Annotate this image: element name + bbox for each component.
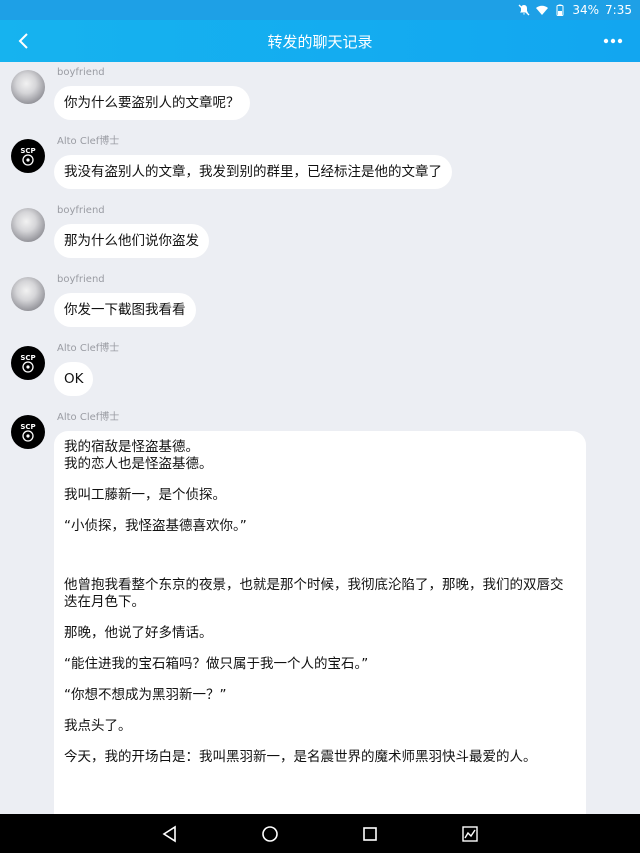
message-bubble[interactable]: OK (54, 362, 94, 396)
message-paragraph: 我叫工藤新一，是个侦探。 (64, 487, 226, 503)
sender-name: Alto Clef博士 (57, 412, 120, 423)
svg-text:SCP: SCP (20, 354, 35, 362)
more-options-button[interactable] (596, 24, 630, 58)
scp-logo-icon: SCP (20, 147, 36, 166)
sender-name: Alto Clef博士 (57, 136, 120, 147)
message-item: SCP Alto Clef博士 我的宿敌是怪盗基德。 我的恋人也是怪盗基德。 我… (0, 411, 586, 814)
wifi-icon (536, 5, 549, 15)
message-paragraph: 我点头了。 (64, 718, 132, 734)
chevron-left-icon (18, 33, 28, 49)
sender-name: boyfriend (57, 274, 105, 285)
nav-home-icon[interactable] (260, 824, 280, 844)
message-paragraph: “小侦探，我怪盗基德喜欢你。” (64, 518, 247, 534)
message-paragraph: “能住进我的宝石箱吗？做只属于我一个人的宝石。” (64, 656, 369, 672)
avatar[interactable]: SCP (11, 415, 45, 449)
scp-logo-icon: SCP (20, 354, 36, 373)
message-bubble[interactable]: 你为什么要盗别人的文章呢？ (54, 86, 250, 120)
message-paragraph: 我的宿敌是怪盗基德。 (64, 439, 199, 455)
message-bubble[interactable]: 我没有盗别人的文章，我发到别的群里，已经标注是他的文章了 (54, 155, 452, 189)
avatar[interactable]: SCP (11, 346, 45, 380)
avatar[interactable]: SCP (11, 139, 45, 173)
sender-name: boyfriend (57, 67, 105, 78)
battery-percent: 34% (572, 3, 600, 17)
page-title: 转发的聊天记录 (267, 32, 373, 51)
message-paragraph: 今天，我的开场白是：我叫黑羽新一，是名震世界的魔术师黑羽快斗最爱的人。 (64, 749, 537, 765)
message-paragraph: “你想不想成为黑羽新一？” (64, 687, 227, 703)
clock: 7:35 (605, 3, 632, 17)
screenshot-icon[interactable] (460, 824, 480, 844)
notifications-off-icon (518, 4, 530, 16)
nav-recents-icon[interactable] (360, 824, 380, 844)
sender-name: boyfriend (57, 205, 105, 216)
message-bubble[interactable]: 你发一下截图我看看 (54, 293, 196, 327)
avatar[interactable] (11, 277, 45, 311)
chat-history[interactable]: boyfriend 你为什么要盗别人的文章呢？ SCP Alto Clef博士 … (0, 62, 640, 814)
message-paragraph: 我的恋人也是怪盗基德。 (64, 456, 213, 472)
avatar[interactable] (11, 70, 45, 104)
scp-logo-icon: SCP (20, 423, 36, 442)
more-dots-icon (603, 38, 623, 44)
long-message-bubble[interactable]: 我的宿敌是怪盗基德。 我的恋人也是怪盗基德。 我叫工藤新一，是个侦探。 “小侦探… (54, 431, 586, 814)
avatar[interactable] (11, 208, 45, 242)
svg-text:SCP: SCP (20, 147, 35, 155)
message-item: boyfriend 你为什么要盗别人的文章呢？ (0, 66, 250, 120)
message-paragraph: 他曾抱我看整个东京的夜景，也就是那个时候，我彻底沦陷了，那晚，我们的双唇交迭在月… (64, 577, 564, 610)
status-bar: 34% 7:35 (0, 0, 640, 20)
nav-back-icon[interactable] (160, 824, 180, 844)
svg-text:SCP: SCP (20, 423, 35, 431)
back-button[interactable] (6, 24, 40, 58)
message-paragraph: 那晚，他说了好多情话。 (64, 625, 213, 641)
message-item: boyfriend 那为什么他们说你盗发 (0, 204, 209, 258)
sender-name: Alto Clef博士 (57, 343, 120, 354)
title-bar: 转发的聊天记录 (0, 20, 640, 62)
message-bubble[interactable]: 那为什么他们说你盗发 (54, 224, 209, 258)
battery-icon (556, 4, 564, 16)
message-item: boyfriend 你发一下截图我看看 (0, 273, 196, 327)
message-item: SCP Alto Clef博士 我没有盗别人的文章，我发到别的群里，已经标注是他… (0, 135, 452, 189)
message-item: SCP Alto Clef博士 OK (0, 342, 119, 396)
navigation-bar (0, 814, 640, 853)
